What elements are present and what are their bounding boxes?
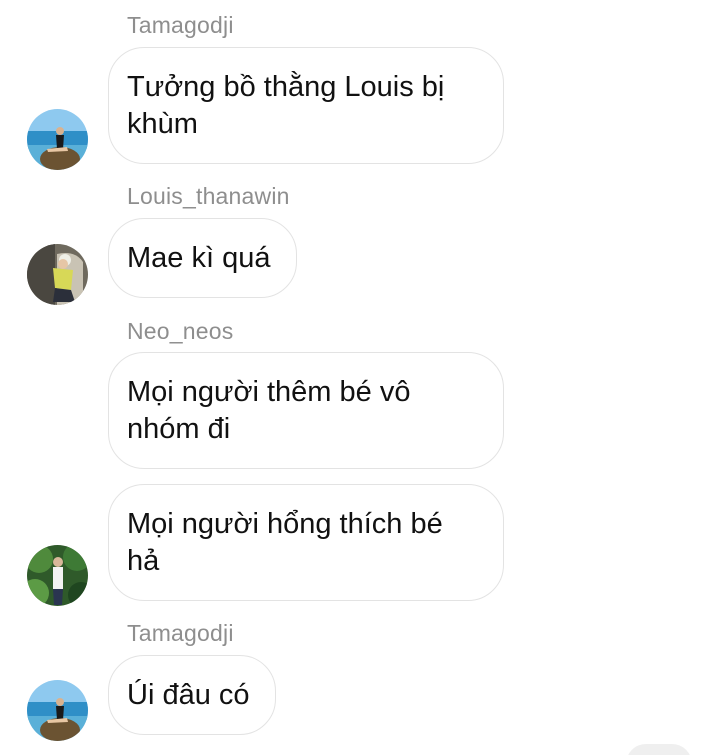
sender-name: Neo_neos xyxy=(127,318,234,344)
beach-rock-avatar-icon[interactable] xyxy=(27,109,88,170)
beach-rock-avatar-icon[interactable] xyxy=(27,680,88,741)
chat-thread: Tamagodji Tưởng bồ thằng Louis bị khùm L… xyxy=(0,0,719,755)
sender-name: Tamagodji xyxy=(127,12,234,38)
message-bubble[interactable]: Úi đâu có xyxy=(108,655,276,735)
message-line: Úi đâu có xyxy=(127,679,250,711)
message-line: Mọi người thêm bé vô xyxy=(127,376,411,408)
message-line: hả xyxy=(127,545,160,577)
message-line: Mọi người hổng thích bé xyxy=(127,508,443,540)
message-line: Mae kì quá xyxy=(127,242,271,274)
partial-message-bubble[interactable] xyxy=(626,744,692,755)
car-seat-avatar-icon[interactable] xyxy=(27,244,88,305)
sender-name: Tamagodji xyxy=(127,620,234,646)
message-line: khùm xyxy=(127,108,198,140)
message-bubble[interactable]: Mọi người thêm bé vô nhóm đi xyxy=(108,352,504,469)
message-bubble[interactable]: Mae kì quá xyxy=(108,218,297,298)
message-bubble[interactable]: Mọi người hổng thích bé hả xyxy=(108,484,504,601)
garden-avatar-icon[interactable] xyxy=(27,545,88,606)
message-bubble[interactable]: Tưởng bồ thằng Louis bị khùm xyxy=(108,47,504,164)
sender-name: Louis_thanawin xyxy=(127,183,290,209)
message-line: nhóm đi xyxy=(127,413,231,445)
message-line: Tưởng bồ thằng Louis bị xyxy=(127,71,445,103)
